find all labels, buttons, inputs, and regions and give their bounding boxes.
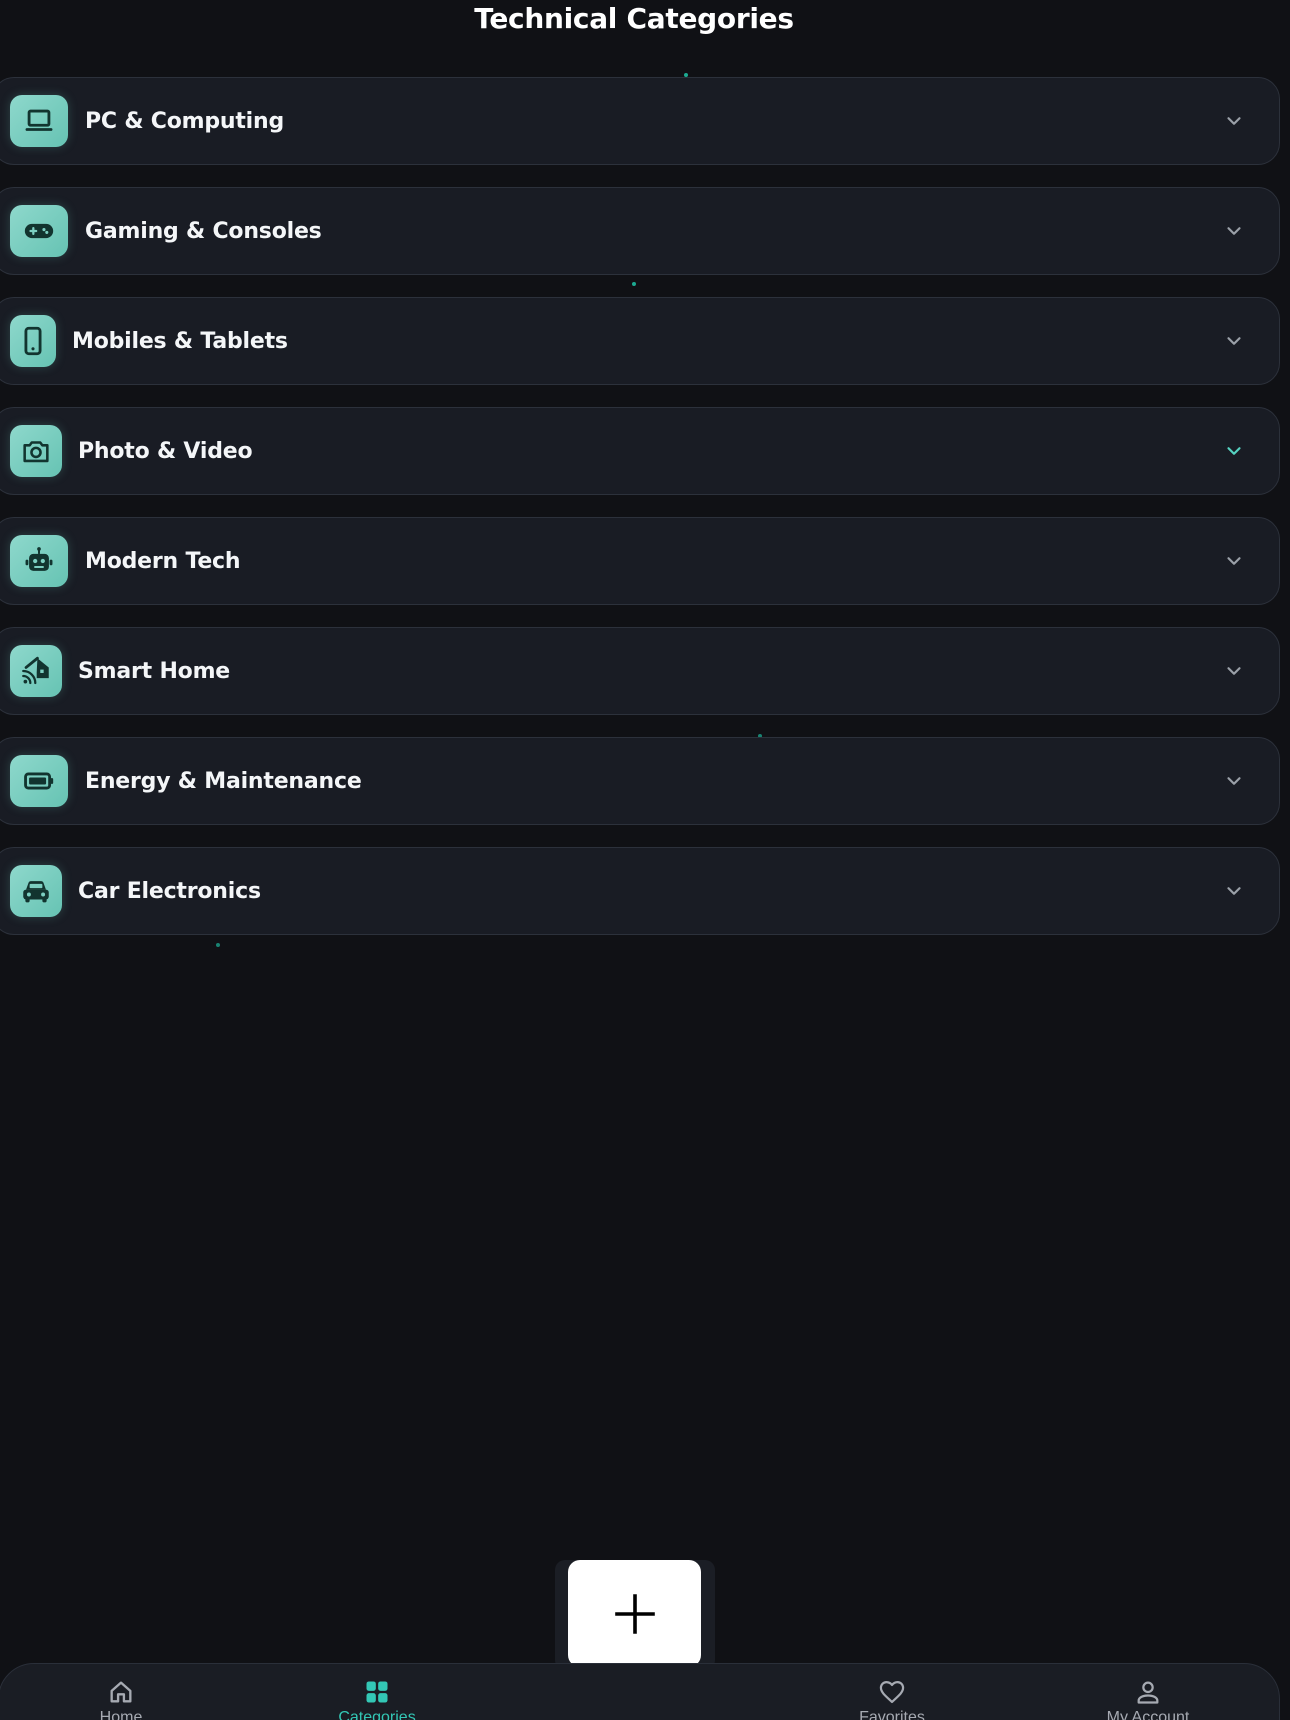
category-item-modern-tech[interactable]: Modern Tech xyxy=(0,517,1280,605)
nav-item-my-account[interactable]: My Account xyxy=(1078,1678,1218,1720)
chevron-down-icon[interactable] xyxy=(1223,550,1245,572)
category-item-photo-video[interactable]: Photo & Video xyxy=(0,407,1280,495)
page-title: Technical Categories xyxy=(474,2,794,35)
plus-icon xyxy=(614,1593,655,1634)
chevron-down-icon[interactable] xyxy=(1223,330,1245,352)
heart-icon xyxy=(879,1680,905,1704)
chevron-down-icon[interactable] xyxy=(1223,880,1245,902)
chevron-down-icon[interactable] xyxy=(1223,660,1245,682)
battery-icon xyxy=(10,755,68,807)
category-item-gaming-consoles[interactable]: Gaming & Consoles xyxy=(0,187,1280,275)
smart-home-icon xyxy=(10,645,62,697)
chevron-down-icon[interactable] xyxy=(1223,770,1245,792)
nav-item-favorites[interactable]: Favorites xyxy=(822,1678,962,1720)
nav-item-categories[interactable]: Categories xyxy=(307,1678,447,1720)
chevron-down-icon[interactable] xyxy=(1223,220,1245,242)
category-label: Energy & Maintenance xyxy=(85,769,362,794)
add-button[interactable] xyxy=(568,1560,701,1667)
grid-icon xyxy=(366,1681,388,1703)
smartphone-icon xyxy=(10,315,56,367)
nav-label: Categories xyxy=(338,1709,416,1720)
nav-label: My Account xyxy=(1106,1709,1190,1720)
nav-label: Home xyxy=(99,1709,143,1720)
chevron-down-icon[interactable] xyxy=(1223,110,1245,132)
car-icon xyxy=(10,865,62,917)
person-icon xyxy=(1137,1681,1159,1704)
category-label: Smart Home xyxy=(78,659,231,684)
categories-screen: Technical Categories PC & Computing Gami… xyxy=(0,0,1290,1720)
category-item-mobiles-tablets[interactable]: Mobiles & Tablets xyxy=(0,297,1280,385)
category-label: Modern Tech xyxy=(85,549,241,574)
bottom-navigation: Home Categories Favorites My Account xyxy=(0,1663,1280,1720)
nav-label: Favorites xyxy=(859,1709,925,1720)
camera-icon xyxy=(10,425,62,477)
category-label: Gaming & Consoles xyxy=(85,219,322,244)
category-item-smart-home[interactable]: Smart Home xyxy=(0,627,1280,715)
category-label: Mobiles & Tablets xyxy=(72,329,288,354)
category-label: PC & Computing xyxy=(85,109,285,134)
category-label: Photo & Video xyxy=(78,439,253,464)
gamepad-icon xyxy=(10,205,68,257)
category-item-car-electronics[interactable]: Car Electronics xyxy=(0,847,1280,935)
robot-icon xyxy=(10,535,68,587)
laptop-icon xyxy=(10,95,68,147)
category-item-pc-computing[interactable]: PC & Computing xyxy=(0,77,1280,165)
chevron-down-icon[interactable] xyxy=(1223,440,1245,462)
category-list: PC & Computing Gaming & Consoles Mobiles… xyxy=(0,77,1280,957)
home-icon xyxy=(110,1681,132,1703)
nav-item-home[interactable]: Home xyxy=(51,1678,191,1720)
category-item-energy-maintenance[interactable]: Energy & Maintenance xyxy=(0,737,1280,825)
category-label: Car Electronics xyxy=(78,879,261,904)
